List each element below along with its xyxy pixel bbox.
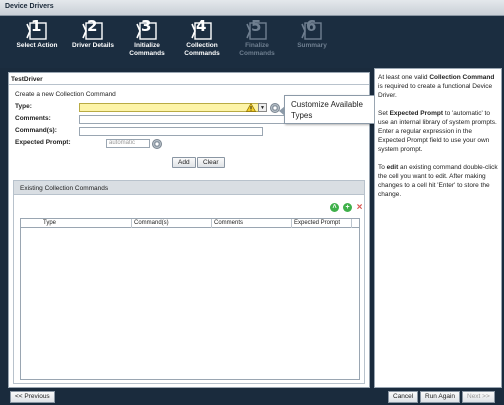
step-3-icon: 3 — [136, 19, 158, 40]
step-initialize-commands[interactable]: 3 Initialize Commands — [118, 19, 176, 58]
step-finalize-commands: 5 Finalize Commands — [228, 19, 286, 58]
type-label: Type: — [15, 103, 32, 110]
step-4-icon: 4 — [191, 19, 213, 40]
column-expected-prompt[interactable]: Expected Prompt — [294, 220, 340, 226]
commands-label: Command(s): — [15, 127, 57, 134]
panel-title: TestDriver — [11, 76, 43, 83]
step-label: Driver Details — [72, 42, 114, 49]
column-comments[interactable]: Comments — [214, 220, 243, 226]
help-text: Set Expected Prompt to 'automatic' to us… — [378, 110, 497, 153]
help-text: At least one valid Collection Command is… — [378, 74, 495, 99]
step-label: Initialize Commands — [129, 42, 165, 57]
step-label: Finalize Commands — [239, 42, 275, 57]
step-label: Summary — [297, 42, 327, 49]
step-summary: 6 Summary — [283, 19, 341, 50]
title-bar: Device Drivers — [0, 0, 504, 16]
move-up-icon[interactable]: ˄ — [330, 203, 339, 212]
commands-table: Type Command(s) Comments Expected Prompt — [20, 218, 360, 380]
step-6-icon: 6 — [301, 19, 323, 40]
step-1-icon: 1 — [26, 19, 48, 40]
column-divider — [211, 219, 212, 228]
column-divider — [351, 219, 352, 228]
run-again-button[interactable]: Run Again — [420, 391, 460, 403]
existing-commands-panel: Existing Collection Commands ˄ + × Type … — [13, 180, 365, 384]
step-select-action[interactable]: 1 Select Action — [8, 19, 66, 50]
existing-commands-title: Existing Collection Commands — [20, 185, 109, 192]
customize-types-tooltip: Customize Available Types — [279, 95, 379, 124]
add-icon[interactable]: + — [343, 203, 352, 212]
clear-button[interactable]: Clear — [197, 157, 225, 168]
table-header: Type Command(s) Comments Expected Prompt — [21, 219, 359, 228]
help-panel: At least one valid Collection Command is… — [374, 68, 502, 388]
existing-commands-header: Existing Collection Commands — [14, 181, 364, 195]
divider — [9, 84, 369, 85]
comments-label: Comments: — [15, 115, 51, 122]
delete-icon[interactable]: × — [355, 203, 364, 213]
window-title: Device Drivers — [5, 3, 54, 10]
column-commands[interactable]: Command(s) — [134, 220, 169, 226]
previous-button[interactable]: << Previous — [10, 391, 55, 403]
expected-prompt-field[interactable]: automatic — [106, 139, 150, 148]
step-label: Collection Commands — [184, 42, 220, 57]
type-select[interactable] — [79, 103, 259, 112]
cancel-button[interactable]: Cancel — [388, 391, 419, 403]
commands-field[interactable] — [79, 127, 263, 136]
next-button: Next >> — [462, 391, 495, 403]
step-collection-commands[interactable]: 4 Collection Commands — [173, 19, 231, 58]
step-5-icon: 5 — [246, 19, 268, 40]
column-divider — [131, 219, 132, 228]
chevron-down-icon[interactable]: ▼ — [258, 103, 267, 112]
column-type[interactable]: Type — [43, 220, 56, 226]
step-label: Select Action — [16, 42, 58, 49]
help-text: To edit an existing command double-click… — [378, 164, 498, 198]
column-divider — [291, 219, 292, 228]
gear-icon[interactable] — [152, 139, 162, 149]
step-2-icon: 2 — [82, 19, 104, 40]
step-driver-details[interactable]: 2 Driver Details — [64, 19, 122, 50]
form-title: Create a new Collection Command — [15, 91, 116, 98]
add-button[interactable]: Add — [172, 157, 196, 168]
expected-prompt-label: Expected Prompt: — [15, 139, 71, 146]
wizard-steps: 1 Select Action 2 Driver Details 3 Initi… — [0, 16, 504, 68]
warning-icon — [246, 103, 256, 112]
